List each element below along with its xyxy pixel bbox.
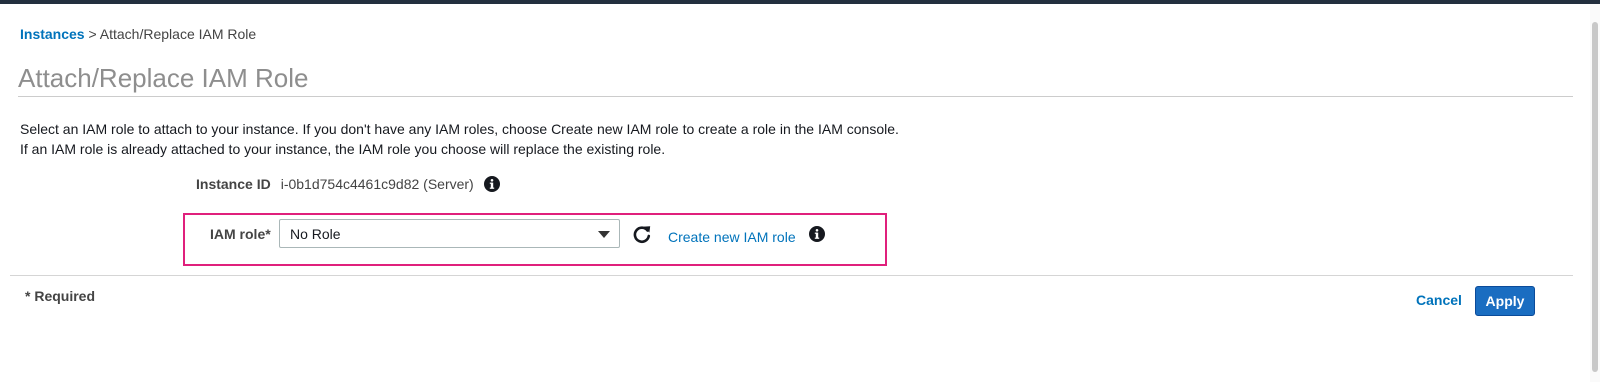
- info-icon[interactable]: [483, 176, 500, 192]
- breadcrumb-separator: >: [84, 26, 100, 42]
- title-divider: [18, 96, 1573, 97]
- instance-id-row: Instance ID i-0b1d754c4461c9d82 (Server): [196, 174, 500, 194]
- caret-down-icon: [598, 231, 610, 238]
- instance-id-value: i-0b1d754c4461c9d82 (Server): [280, 176, 474, 192]
- required-note: * Required: [25, 288, 96, 304]
- instance-id-label: Instance ID: [196, 176, 271, 192]
- iam-role-label: IAM role*: [210, 226, 271, 242]
- refresh-icon[interactable]: [632, 224, 652, 244]
- breadcrumb-link-instances[interactable]: Instances: [20, 26, 85, 42]
- info-icon[interactable]: [809, 226, 825, 242]
- breadcrumb: Instances > Attach/Replace IAM Role: [20, 26, 256, 42]
- iam-role-select[interactable]: No Role: [279, 219, 620, 248]
- description-line-1: Select an IAM role to attach to your ins…: [20, 121, 899, 137]
- page-description: Select an IAM role to attach to your ins…: [20, 119, 899, 159]
- top-navigation-bar: [0, 0, 1600, 4]
- iam-role-selected-value: No Role: [290, 226, 341, 242]
- description-line-2: If an IAM role is already attached to yo…: [20, 141, 666, 157]
- cancel-button[interactable]: Cancel: [1410, 292, 1468, 308]
- breadcrumb-current: Attach/Replace IAM Role: [99, 26, 257, 42]
- footer-divider: [10, 275, 1573, 276]
- page-title: Attach/Replace IAM Role: [18, 63, 309, 93]
- scrollbar-thumb[interactable]: [1592, 22, 1598, 372]
- apply-button[interactable]: Apply: [1475, 286, 1535, 316]
- create-new-iam-role-link[interactable]: Create new IAM role: [668, 229, 796, 245]
